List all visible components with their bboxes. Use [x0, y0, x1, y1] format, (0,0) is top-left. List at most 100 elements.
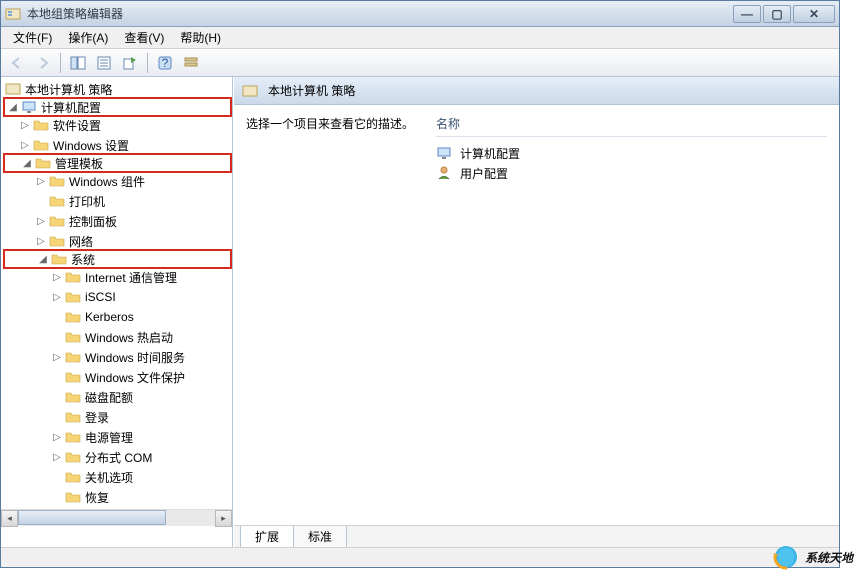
menu-file[interactable]: 文件(F): [5, 27, 60, 48]
tree-time-service[interactable]: ▷ Windows 时间服务: [3, 347, 232, 367]
scroll-thumb[interactable]: [18, 510, 166, 525]
tree-label: 控制面板: [69, 213, 117, 230]
menu-view[interactable]: 查看(V): [116, 27, 172, 48]
folder-icon: [65, 489, 81, 505]
policy-icon: [5, 81, 21, 97]
filter-button[interactable]: [179, 52, 203, 74]
horizontal-scrollbar[interactable]: ◂ ▸: [1, 509, 232, 526]
tree-label: 系统: [71, 251, 95, 268]
expander-closed-icon[interactable]: ▷: [35, 235, 47, 247]
description-prompt: 选择一个项目来查看它的描述。: [246, 115, 428, 132]
tree-logon[interactable]: 登录: [3, 407, 232, 427]
tree-internet-comm[interactable]: ▷ Internet 通信管理: [3, 267, 232, 287]
tree-file-protection[interactable]: Windows 文件保护: [3, 367, 232, 387]
tree-control-panel[interactable]: ▷ 控制面板: [3, 211, 232, 231]
scroll-right-button[interactable]: ▸: [215, 510, 232, 527]
tree-windows-settings[interactable]: ▷ Windows 设置: [3, 135, 232, 155]
expander-closed-icon[interactable]: ▷: [51, 431, 63, 443]
content-header: 本地计算机 策略: [234, 77, 839, 105]
tree-printers[interactable]: 打印机: [3, 191, 232, 211]
expander-closed-icon[interactable]: ▷: [35, 215, 47, 227]
maximize-button[interactable]: ▢: [763, 5, 791, 23]
folder-icon: [49, 213, 65, 229]
tree-power-mgmt[interactable]: ▷ 电源管理: [3, 427, 232, 447]
tree-label: Windows 热启动: [85, 329, 173, 346]
scroll-left-button[interactable]: ◂: [1, 510, 18, 527]
tree-recovery[interactable]: 恢复: [3, 487, 232, 507]
expander-spacer: [51, 491, 63, 503]
help-button[interactable]: ?: [153, 52, 177, 74]
expander-closed-icon[interactable]: ▷: [19, 139, 31, 151]
menu-action[interactable]: 操作(A): [60, 27, 116, 48]
folder-icon: [33, 117, 49, 133]
app-window: 本地组策略编辑器 — ▢ ✕ 文件(F) 操作(A) 查看(V) 帮助(H) ?: [0, 0, 840, 568]
expander-open-icon[interactable]: ◢: [21, 157, 33, 169]
folder-icon: [49, 233, 65, 249]
tree-label: 网络: [69, 233, 93, 250]
expander-closed-icon[interactable]: ▷: [35, 175, 47, 187]
back-button[interactable]: [5, 52, 29, 74]
close-button[interactable]: ✕: [793, 5, 835, 23]
expander-open-icon[interactable]: ◢: [37, 253, 49, 265]
window-title: 本地组策略编辑器: [27, 5, 733, 22]
tree-windows-components[interactable]: ▷ Windows 组件: [3, 171, 232, 191]
tree-label: 计算机配置: [41, 99, 101, 116]
expander-closed-icon[interactable]: ▷: [51, 271, 63, 283]
expander-spacer: [51, 471, 63, 483]
tree-label: 分布式 COM: [85, 449, 152, 466]
scroll-track[interactable]: [18, 510, 215, 526]
menubar: 文件(F) 操作(A) 查看(V) 帮助(H): [1, 27, 839, 49]
tab-extended[interactable]: 扩展: [240, 526, 294, 547]
expander-closed-icon[interactable]: ▷: [51, 291, 63, 303]
tree-network[interactable]: ▷ 网络: [3, 231, 232, 251]
forward-button[interactable]: [31, 52, 55, 74]
tree-shutdown-opts[interactable]: 关机选项: [3, 467, 232, 487]
tree-kerberos[interactable]: Kerberos: [3, 307, 232, 327]
tree-disk-quota[interactable]: 磁盘配额: [3, 387, 232, 407]
folder-icon: [65, 329, 81, 345]
expander-spacer: [51, 391, 63, 403]
content-pane: 本地计算机 策略 选择一个项目来查看它的描述。 名称 计算机配置 用户配置: [233, 77, 839, 547]
folder-icon: [35, 155, 51, 171]
list-item-computer-config[interactable]: 计算机配置: [436, 143, 827, 163]
expander-open-icon[interactable]: ◢: [7, 101, 19, 113]
tree-pane: 本地计算机 策略 ◢ 计算机配置 ▷ 软件设置 ▷ Windows 设置: [1, 77, 233, 547]
tree-system[interactable]: ◢ 系统: [3, 249, 232, 269]
column-header-name[interactable]: 名称: [436, 115, 827, 137]
list-item-label: 用户配置: [460, 165, 508, 182]
list-item-label: 计算机配置: [460, 145, 520, 162]
tree-iscsi[interactable]: ▷ iSCSI: [3, 287, 232, 307]
folder-icon: [65, 429, 81, 445]
tree-label: Windows 组件: [69, 173, 145, 190]
minimize-button[interactable]: —: [733, 5, 761, 23]
tree-software-settings[interactable]: ▷ 软件设置: [3, 115, 232, 135]
content-body: 选择一个项目来查看它的描述。 名称 计算机配置 用户配置: [234, 105, 839, 525]
list-item-user-config[interactable]: 用户配置: [436, 163, 827, 183]
expander-closed-icon[interactable]: ▷: [51, 451, 63, 463]
tab-standard[interactable]: 标准: [293, 526, 347, 547]
tree-label: 本地计算机 策略: [25, 81, 112, 98]
folder-icon: [51, 251, 67, 267]
tree-root[interactable]: 本地计算机 策略: [3, 79, 232, 99]
computer-icon: [436, 145, 452, 161]
toolbar: ?: [1, 49, 839, 77]
expander-closed-icon[interactable]: ▷: [19, 119, 31, 131]
tree-computer-config[interactable]: ◢ 计算机配置: [3, 97, 232, 117]
list-column: 名称 计算机配置 用户配置: [436, 115, 827, 515]
expander-closed-icon[interactable]: ▷: [51, 351, 63, 363]
tree-hot-start[interactable]: Windows 热启动: [3, 327, 232, 347]
tree-admin-templates[interactable]: ◢ 管理模板: [3, 153, 232, 173]
tree-dcom[interactable]: ▷ 分布式 COM: [3, 447, 232, 467]
folder-icon: [33, 137, 49, 153]
folder-icon: [65, 369, 81, 385]
tree-label: iSCSI: [85, 290, 116, 304]
menu-help[interactable]: 帮助(H): [172, 27, 229, 48]
folder-icon: [65, 389, 81, 405]
show-hide-tree-button[interactable]: [66, 52, 90, 74]
expander-spacer: [51, 311, 63, 323]
properties-button[interactable]: [92, 52, 116, 74]
folder-icon: [49, 173, 65, 189]
export-button[interactable]: [118, 52, 142, 74]
window-buttons: — ▢ ✕: [733, 5, 835, 23]
expander-spacer: [35, 195, 47, 207]
